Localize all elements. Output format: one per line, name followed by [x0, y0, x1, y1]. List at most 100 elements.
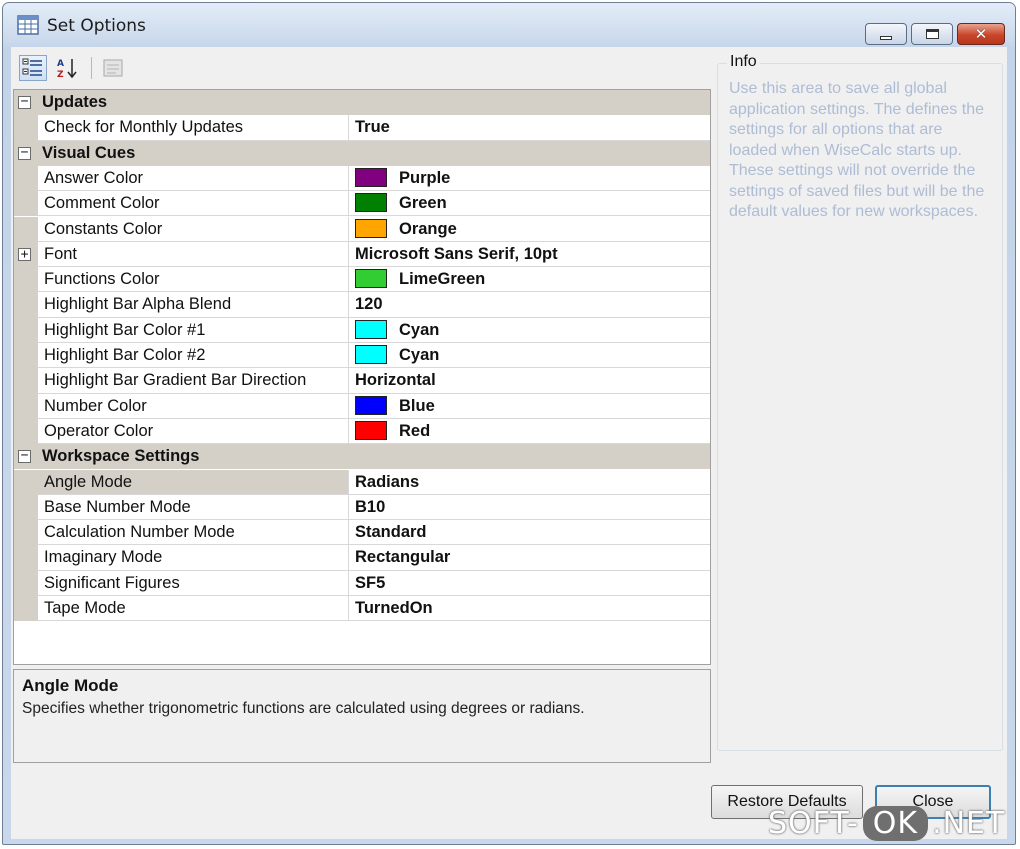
property-name[interactable]: Angle Mode	[38, 469, 349, 495]
property-value[interactable]: Cyan	[349, 318, 710, 343]
expand-toggle[interactable]: +	[18, 247, 31, 261]
categorized-button[interactable]	[19, 55, 47, 81]
property-name[interactable]: Constants Color	[38, 216, 349, 242]
row-gutter	[14, 393, 38, 419]
property-row[interactable]: Tape Mode TurnedOn	[14, 596, 710, 622]
property-value[interactable]: Horizontal	[349, 368, 710, 394]
property-name[interactable]: Font	[38, 241, 349, 268]
collapse-toggle[interactable]: −	[18, 449, 31, 464]
property-row[interactable]: Number Color Blue	[14, 393, 710, 419]
property-value[interactable]: Red	[349, 419, 710, 445]
property-name[interactable]: Tape Mode	[38, 596, 349, 622]
property-row[interactable]: + Font Microsoft Sans Serif, 10pt	[14, 241, 710, 268]
property-row[interactable]: Operator Color Red	[14, 418, 710, 445]
property-value[interactable]: TurnedOn	[349, 596, 710, 622]
property-value-text: B10	[355, 497, 386, 516]
property-value-text: 120	[355, 295, 383, 314]
close-window-button[interactable]: ✕	[957, 23, 1005, 45]
property-name[interactable]: Operator Color	[38, 418, 349, 445]
property-row[interactable]: Highlight Bar Color #1 Cyan	[14, 317, 710, 343]
property-name[interactable]: Base Number Mode	[38, 494, 349, 521]
property-grid[interactable]: − Updates Check for Monthly Updates True − Vi…	[13, 89, 711, 665]
property-row[interactable]: Highlight Bar Alpha Blend 120	[14, 292, 710, 318]
maximize-button[interactable]	[911, 23, 953, 45]
property-value[interactable]: Rectangular	[349, 545, 710, 571]
property-name[interactable]: Imaginary Mode	[38, 545, 349, 571]
property-name[interactable]: Highlight Bar Alpha Blend	[38, 292, 349, 318]
set-options-window: Set Options ✕ A Z − Updates Check for Mo…	[2, 2, 1016, 845]
property-name[interactable]: Significant Figures	[38, 570, 349, 596]
table-grid-icon	[17, 15, 39, 35]
row-gutter	[14, 317, 38, 343]
category-row[interactable]: − Visual Cues	[14, 140, 710, 166]
maximize-icon	[925, 29, 939, 39]
minimize-button[interactable]	[865, 23, 907, 45]
property-value[interactable]: 120	[349, 292, 710, 318]
row-gutter	[14, 216, 38, 242]
property-row[interactable]: Constants Color Orange	[14, 216, 710, 242]
property-value-text: Cyan	[399, 320, 440, 339]
watermark: SOFT- OK .NET	[768, 806, 1005, 841]
property-row[interactable]: Check for Monthly Updates True	[14, 115, 710, 141]
property-row[interactable]: Functions Color LimeGreen	[14, 267, 710, 293]
property-value[interactable]: B10	[349, 495, 710, 521]
category-row[interactable]: − Workspace Settings	[14, 444, 710, 470]
category-label: Workspace Settings	[42, 447, 200, 466]
property-value[interactable]: True	[349, 115, 710, 141]
property-row[interactable]: Answer Color Purple	[14, 165, 710, 192]
property-name[interactable]: Calculation Number Mode	[38, 520, 349, 546]
property-name[interactable]: Highlight Bar Color #2	[38, 343, 349, 369]
property-value[interactable]: Cyan	[349, 343, 710, 369]
property-name[interactable]: Functions Color	[38, 267, 349, 293]
property-row[interactable]: Imaginary Mode Rectangular	[14, 545, 710, 571]
dialog-client-area: A Z − Updates Check for Monthly Updates Tru…	[11, 47, 1007, 839]
property-row[interactable]: Highlight Bar Gradient Bar Direction Hori…	[14, 368, 710, 394]
title-bar[interactable]: Set Options ✕	[3, 3, 1015, 47]
property-row[interactable]: Highlight Bar Color #2 Cyan	[14, 343, 710, 369]
row-gutter	[14, 570, 38, 596]
color-swatch	[355, 319, 387, 339]
property-value[interactable]: Purple	[349, 166, 710, 192]
property-value-text: Purple	[399, 168, 451, 187]
property-name[interactable]: Number Color	[38, 393, 349, 419]
property-name[interactable]: Answer Color	[38, 165, 349, 192]
property-value[interactable]: Blue	[349, 394, 710, 419]
property-name[interactable]: Highlight Bar Gradient Bar Direction	[38, 368, 349, 394]
property-row[interactable]: Calculation Number Mode Standard	[14, 520, 710, 546]
collapse-toggle[interactable]: −	[18, 95, 31, 109]
category-row[interactable]: − Updates	[14, 90, 710, 116]
property-value-text: Blue	[399, 396, 435, 415]
property-value[interactable]: Microsoft Sans Serif, 10pt	[349, 242, 710, 268]
property-row[interactable]: Comment Color Green	[14, 191, 710, 217]
property-pages-button[interactable]	[99, 55, 127, 81]
property-value-text: SF5	[355, 573, 386, 592]
property-value[interactable]: Green	[349, 191, 710, 217]
property-name[interactable]: Comment Color	[38, 191, 349, 217]
color-swatch	[355, 269, 387, 289]
watermark-ok: OK	[862, 806, 929, 841]
property-name[interactable]: Highlight Bar Color #1	[38, 317, 349, 343]
property-value[interactable]: LimeGreen	[349, 267, 710, 293]
property-value-text: Rectangular	[355, 548, 451, 567]
alphabetical-button[interactable]: A Z	[53, 55, 81, 81]
color-swatch	[355, 345, 387, 364]
alphabetical-sort-icon: A Z	[57, 59, 77, 79]
property-value-text: Cyan	[399, 346, 440, 364]
collapse-toggle[interactable]: −	[18, 146, 31, 160]
description-panel: Angle Mode Specifies whether trigonometr…	[13, 669, 711, 763]
property-row[interactable]: Angle Mode Radians	[14, 469, 710, 495]
category-label: Visual Cues	[42, 143, 136, 162]
property-grid-toolbar: A Z	[15, 51, 711, 85]
property-value[interactable]: Standard	[349, 520, 710, 546]
property-value[interactable]: Radians	[349, 470, 710, 495]
category-label: Updates	[42, 93, 108, 111]
property-row[interactable]: Significant Figures SF5	[14, 570, 710, 596]
description-title: Angle Mode	[22, 676, 119, 695]
window-title: Set Options	[47, 16, 146, 36]
svg-text:Z: Z	[57, 70, 64, 79]
property-value[interactable]: SF5	[349, 571, 710, 596]
property-row[interactable]: Base Number Mode B10	[14, 494, 710, 521]
property-value[interactable]: Orange	[349, 217, 710, 242]
property-name[interactable]: Check for Monthly Updates	[38, 115, 349, 141]
info-legend: Info	[727, 53, 760, 71]
